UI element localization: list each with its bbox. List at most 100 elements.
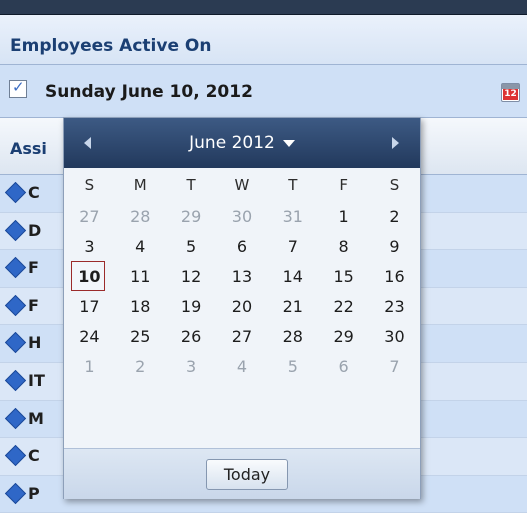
weekday-label: M	[133, 175, 147, 194]
calendar-day[interactable]: 15	[318, 267, 369, 286]
diamond-icon	[4, 219, 27, 241]
calendar-day-number: 7	[389, 356, 400, 376]
calendar-grid: S M T W T F S 27 28 29 30 31 1 2 3 4 5 6 7 8 9 10 11 12 13 14 15 16…	[64, 168, 420, 381]
list-item-label: M	[28, 408, 44, 428]
calendar-week-row: 27 28 29 30 31 1 2	[64, 201, 420, 231]
calendar-day-number: 14	[282, 266, 303, 286]
calendar-day-number: 12	[180, 266, 202, 286]
calendar-day[interactable]: 24	[64, 327, 115, 346]
calendar-day-number: 6	[236, 236, 248, 256]
calendar-day-number: 11	[130, 266, 151, 286]
calendar-day[interactable]: 14	[267, 267, 318, 286]
calendar-day[interactable]: 26	[166, 327, 217, 346]
calendar-day-number: 29	[333, 326, 354, 346]
list-item-label: D	[28, 220, 42, 240]
calendar-day[interactable]: 7	[267, 237, 318, 256]
chevron-down-icon	[282, 139, 295, 147]
calendar-day-number: 2	[389, 206, 400, 226]
weekday-label: T	[186, 175, 196, 194]
calendar-header: June 2012	[64, 118, 420, 168]
calendar-day[interactable]: 5	[267, 357, 318, 376]
calendar-day-number: 19	[180, 296, 202, 316]
calendar-day[interactable]: 6	[217, 237, 268, 256]
calendar-day[interactable]: 25	[115, 327, 166, 346]
calendar-day[interactable]: 4	[217, 357, 268, 376]
calendar-day-number: 27	[79, 206, 100, 226]
calendar-icon[interactable]: 12	[501, 83, 520, 102]
calendar-day-number: 27	[231, 326, 253, 346]
calendar-day[interactable]: 1	[318, 207, 369, 226]
calendar-day-number: 9	[389, 236, 400, 256]
calendar-day-number: 18	[130, 296, 151, 316]
active-date-checkbox[interactable]: ✓	[9, 78, 27, 98]
calendar-day[interactable]: 18	[115, 297, 166, 316]
calendar-day[interactable]: 2	[369, 207, 420, 226]
calendar-day-number: 4	[135, 236, 146, 256]
calendar-day[interactable]: 31	[267, 207, 318, 226]
calendar-day-number: 8	[338, 236, 349, 256]
section-header: Employees Active On	[0, 15, 527, 65]
calendar-week-row: 3 4 5 6 7 8 9	[64, 231, 420, 261]
diamond-icon	[4, 332, 27, 354]
calendar-day-number: 23	[384, 296, 405, 316]
calendar-day-number: 24	[79, 326, 100, 346]
calendar-day-number: 31	[282, 206, 303, 226]
month-label: June 2012	[189, 133, 275, 153]
weekday-label: S	[389, 175, 400, 194]
calendar-day-number: 5	[287, 356, 298, 376]
calendar-day-number: 26	[180, 326, 202, 346]
calendar-day[interactable]: 2	[115, 357, 166, 376]
calendar-day[interactable]: 11	[115, 267, 166, 286]
weekday-header-row: SMTWTFS	[64, 168, 420, 201]
calendar-day-number: 28	[130, 206, 151, 226]
calendar-day[interactable]: 21	[267, 297, 318, 316]
calendar-day[interactable]: 22	[318, 297, 369, 316]
weekday-label: S	[84, 175, 95, 194]
list-item-label: F	[28, 258, 39, 278]
calendar-day[interactable]: 7	[369, 357, 420, 376]
month-selector[interactable]: June 2012	[64, 133, 420, 153]
calendar-day[interactable]: 8	[318, 237, 369, 256]
calendar-day-number: 20	[231, 296, 253, 316]
calendar-day[interactable]: 13	[217, 267, 268, 286]
calendar-day[interactable]: 20	[217, 297, 268, 316]
calendar-day-selected[interactable]: 10	[64, 260, 115, 291]
calendar-day[interactable]: 6	[318, 357, 369, 376]
today-button[interactable]: Today	[206, 459, 288, 490]
calendar-day[interactable]: 5	[166, 237, 217, 256]
calendar-day[interactable]: 29	[166, 207, 217, 226]
calendar-day-number: 16	[384, 266, 405, 286]
calendar-day-number: 1	[338, 206, 349, 226]
calendar-day[interactable]: 30	[369, 327, 420, 346]
list-item-label: P	[28, 483, 40, 503]
top-bar	[0, 0, 527, 15]
calendar-day[interactable]: 17	[64, 297, 115, 316]
calendar-day[interactable]: 28	[267, 327, 318, 346]
diamond-icon	[4, 482, 27, 504]
calendar-day-number: 30	[231, 206, 253, 226]
calendar-day-number: 5	[186, 236, 197, 256]
calendar-day[interactable]: 9	[369, 237, 420, 256]
calendar-day[interactable]: 1	[64, 357, 115, 376]
next-month-icon[interactable]	[392, 137, 399, 149]
date-picker-popup: June 2012 S M T W T F S 27 28 29 30 31 1 2 3 4 5 6 7 8 9 10 11…	[63, 117, 421, 499]
calendar-day[interactable]: 23	[369, 297, 420, 316]
calendar-day[interactable]: 27	[217, 327, 268, 346]
calendar-day-number: 3	[186, 356, 197, 376]
calendar-day[interactable]: 28	[115, 207, 166, 226]
calendar-day-number: 4	[236, 356, 248, 376]
calendar-day[interactable]: 3	[166, 357, 217, 376]
diamond-icon	[4, 257, 27, 279]
calendar-day[interactable]: 4	[115, 237, 166, 256]
calendar-day-number: 28	[282, 326, 303, 346]
calendar-day[interactable]: 30	[217, 207, 268, 226]
calendar-day[interactable]: 16	[369, 267, 420, 286]
weekday-label: T	[288, 175, 298, 194]
calendar-icon-number: 12	[503, 89, 518, 100]
calendar-day[interactable]: 27	[64, 207, 115, 226]
calendar-day[interactable]: 29	[318, 327, 369, 346]
calendar-day[interactable]: 12	[166, 267, 217, 286]
calendar-week-row: 17 18 19 20 21 22 23	[64, 291, 420, 321]
calendar-day[interactable]: 3	[64, 237, 115, 256]
calendar-day[interactable]: 19	[166, 297, 217, 316]
